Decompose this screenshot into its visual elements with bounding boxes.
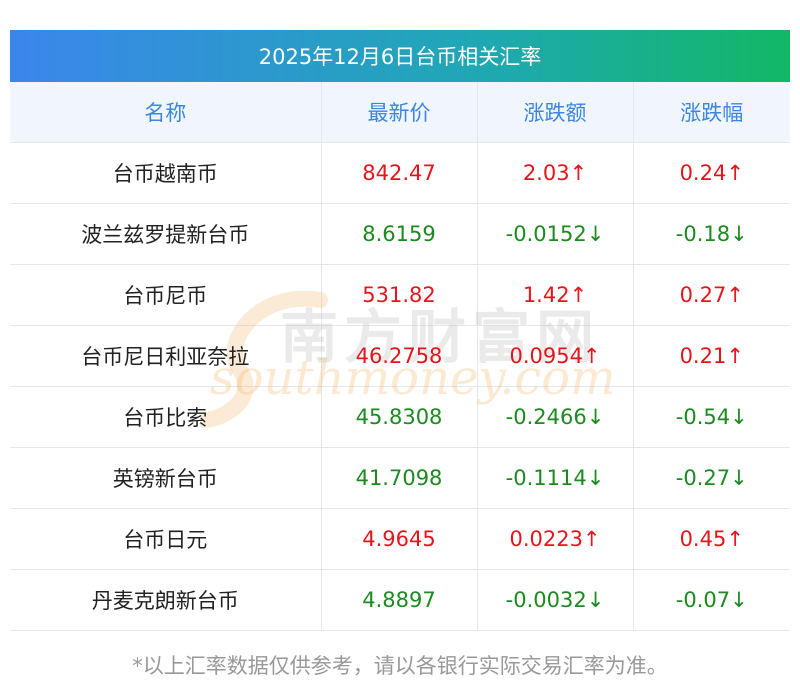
price-change: -0.0032↓ (477, 569, 634, 631)
latest-price: 4.8897 (321, 569, 478, 631)
disclaimer-note: *以上汇率数据仅供参考，请以各银行实际交易汇率为准。 (132, 654, 668, 678)
table-row: 丹麦克朗新台币 4.8897 -0.0032↓ -0.07↓ (10, 569, 790, 631)
price-change: -0.2466↓ (477, 386, 634, 448)
column-header-pct: 涨跌幅 (633, 82, 790, 143)
currency-pair-name: 英镑新台币 (10, 447, 322, 509)
price-change: 0.0954↑ (477, 325, 634, 387)
currency-pair-name: 台币比索 (10, 386, 322, 448)
table-row: 台币越南币 842.47 2.03↑ 0.24↑ (10, 142, 790, 204)
currency-pair-name: 台币尼币 (10, 264, 322, 326)
latest-price: 8.6159 (321, 203, 478, 265)
price-change-pct: 0.45↑ (633, 508, 790, 570)
rate-table-container: 2025年12月6日台币相关汇率 名称 最新价 涨跌额 涨跌幅 台币越南币 84… (10, 30, 790, 631)
price-change-pct: -0.18↓ (633, 203, 790, 265)
latest-price: 842.47 (321, 142, 478, 204)
table-row: 波兰兹罗提新台币 8.6159 -0.0152↓ -0.18↓ (10, 203, 790, 265)
price-change-pct: -0.54↓ (633, 386, 790, 448)
price-change: -0.1114↓ (477, 447, 634, 509)
column-header-name: 名称 (10, 82, 322, 143)
table-header-row: 名称 最新价 涨跌额 涨跌幅 (10, 82, 790, 143)
currency-pair-name: 台币日元 (10, 508, 322, 570)
table-row: 英镑新台币 41.7098 -0.1114↓ -0.27↓ (10, 447, 790, 509)
column-header-price: 最新价 (321, 82, 478, 143)
currency-pair-name: 丹麦克朗新台币 (10, 569, 322, 631)
latest-price: 41.7098 (321, 447, 478, 509)
price-change: 1.42↑ (477, 264, 634, 326)
price-change-pct: 0.24↑ (633, 142, 790, 204)
currency-pair-name: 台币尼日利亚奈拉 (10, 325, 322, 387)
price-change: 2.03↑ (477, 142, 634, 204)
currency-pair-name: 台币越南币 (10, 142, 322, 204)
currency-pair-name: 波兰兹罗提新台币 (10, 203, 322, 265)
table-title: 2025年12月6日台币相关汇率 (10, 30, 790, 82)
table-row: 台币尼日利亚奈拉 46.2758 0.0954↑ 0.21↑ (10, 325, 790, 387)
column-header-change: 涨跌额 (477, 82, 634, 143)
latest-price: 531.82 (321, 264, 478, 326)
table-row: 台币比索 45.8308 -0.2466↓ -0.54↓ (10, 386, 790, 448)
price-change: 0.0223↑ (477, 508, 634, 570)
table-row: 台币尼币 531.82 1.42↑ 0.27↑ (10, 264, 790, 326)
latest-price: 4.9645 (321, 508, 478, 570)
latest-price: 45.8308 (321, 386, 478, 448)
price-change-pct: 0.21↑ (633, 325, 790, 387)
rate-table: 名称 最新价 涨跌额 涨跌幅 台币越南币 842.47 2.03↑ 0.24↑ … (10, 82, 790, 631)
latest-price: 46.2758 (321, 325, 478, 387)
price-change: -0.0152↓ (477, 203, 634, 265)
price-change-pct: -0.07↓ (633, 569, 790, 631)
price-change-pct: -0.27↓ (633, 447, 790, 509)
table-row: 台币日元 4.9645 0.0223↑ 0.45↑ (10, 508, 790, 570)
price-change-pct: 0.27↑ (633, 264, 790, 326)
